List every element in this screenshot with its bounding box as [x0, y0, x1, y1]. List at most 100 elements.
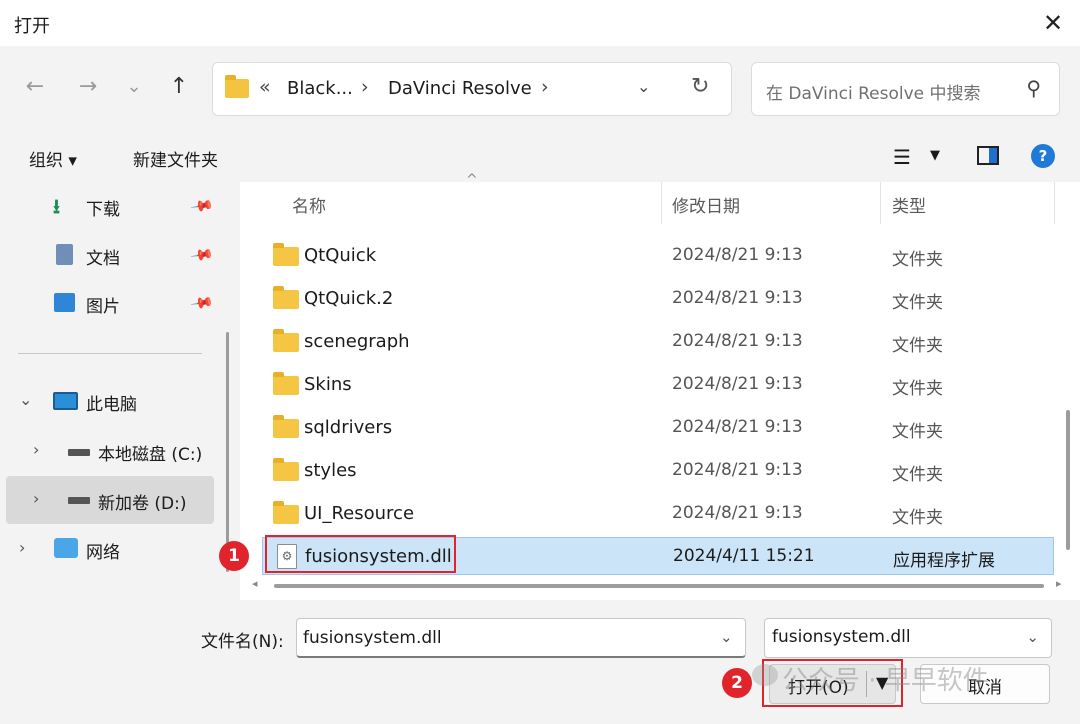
file-date: 2024/8/21 9:13 [672, 288, 803, 308]
file-name: UI_Resource [304, 503, 415, 524]
organize-menu-button[interactable]: 组织 ▾ [29, 146, 77, 171]
sidebar-item-label: 此电脑 [86, 395, 137, 415]
view-options-icon[interactable]: ☰ [893, 145, 911, 169]
breadcrumb-separator[interactable]: › [541, 76, 549, 98]
back-button[interactable]: ← [20, 72, 50, 102]
pictures-icon [54, 293, 75, 312]
chevron-right-icon[interactable]: › [33, 489, 39, 508]
folder-icon [273, 501, 299, 524]
sidebar-item-label: 下载 [86, 200, 120, 220]
new-folder-button[interactable]: 新建文件夹 [133, 146, 218, 171]
sidebar-item-this-pc[interactable]: ⌄ 此电脑 [6, 379, 214, 423]
file-type: 应用程序扩展 [893, 551, 995, 571]
search-icon[interactable]: ⚲ [1026, 76, 1041, 100]
column-header-type[interactable]: 类型 [892, 192, 926, 217]
search-input[interactable]: 在 DaVinci Resolve 中搜索 [766, 79, 981, 104]
sort-ascending-icon: ^ [466, 172, 478, 188]
horizontal-scrollbar[interactable] [274, 584, 1044, 588]
document-icon [56, 244, 73, 265]
close-button[interactable]: ✕ [1036, 6, 1070, 40]
sidebar-item-label: 本地磁盘 (C:) [98, 445, 203, 465]
filename-dropdown-icon[interactable]: ⌄ [720, 628, 733, 646]
column-divider[interactable] [1054, 182, 1055, 224]
breadcrumb-separator[interactable]: › [361, 76, 369, 98]
sidebar-item-documents[interactable]: 文档 📌 [6, 233, 216, 277]
recent-locations-button[interactable]: ⌄ [119, 72, 149, 102]
file-row[interactable]: styles 2024/8/21 9:13 文件夹 [262, 451, 1054, 491]
file-name: QtQuick [304, 245, 377, 266]
step-badge-2: 2 [722, 668, 752, 698]
view-caret-icon[interactable]: ▼ [930, 148, 940, 163]
sidebar-item-local-disk-c[interactable]: › 本地磁盘 (C:) [6, 429, 214, 473]
column-header-date[interactable]: 修改日期 [672, 192, 740, 217]
breadcrumb-blackmagic[interactable]: Black... [287, 78, 353, 99]
file-date: 2024/8/21 9:13 [672, 374, 803, 394]
column-divider[interactable] [880, 182, 881, 224]
file-row[interactable]: UI_Resource 2024/8/21 9:13 文件夹 [262, 494, 1054, 534]
file-name: scenegraph [304, 331, 410, 352]
address-bar[interactable]: « Black... › DaVinci Resolve › ⌄ ↻ [212, 62, 732, 116]
file-row[interactable]: QtQuick.2 2024/8/21 9:13 文件夹 [262, 279, 1054, 319]
preview-pane-icon[interactable] [977, 146, 999, 165]
filetype-value: fusionsystem.dll [772, 627, 911, 647]
refresh-icon[interactable]: ↻ [691, 74, 709, 99]
file-name: styles [304, 460, 357, 481]
help-icon[interactable]: ? [1031, 144, 1055, 168]
folder-icon [273, 286, 299, 309]
file-row[interactable]: scenegraph 2024/8/21 9:13 文件夹 [262, 322, 1054, 362]
forward-button[interactable]: → [73, 72, 103, 102]
file-type: 文件夹 [892, 250, 943, 270]
search-box[interactable]: 在 DaVinci Resolve 中搜索 ⚲ [751, 62, 1060, 116]
sidebar-item-label: 网络 [86, 543, 120, 563]
watermark-logo [752, 664, 778, 686]
file-type: 文件夹 [892, 379, 943, 399]
file-date: 2024/4/11 15:21 [673, 546, 815, 566]
file-row[interactable]: QtQuick 2024/8/21 9:13 文件夹 [262, 236, 1054, 276]
sidebar-item-label: 图片 [86, 297, 120, 317]
file-row[interactable]: sqldrivers 2024/8/21 9:13 文件夹 [262, 408, 1054, 448]
file-type: 文件夹 [892, 465, 943, 485]
address-dropdown-icon[interactable]: ⌄ [637, 77, 650, 96]
sidebar-item-downloads[interactable]: ⭳ 下载 📌 [6, 184, 216, 228]
up-button[interactable]: ↑ [164, 72, 194, 102]
step-badge-1: 1 [219, 541, 249, 571]
watermark-text: 公众号 · 早早软件 [782, 666, 989, 696]
title-bar [0, 0, 1080, 46]
filename-label: 文件名(N): [201, 632, 284, 652]
folder-icon [273, 243, 299, 266]
file-type: 文件夹 [892, 336, 943, 356]
network-icon [54, 538, 78, 558]
pin-icon[interactable]: 📌 [190, 193, 216, 218]
drive-icon [68, 497, 90, 504]
sidebar-item-network[interactable]: › 网络 [6, 527, 214, 571]
chevron-down-icon[interactable]: ⌄ [1026, 628, 1039, 646]
chevron-right-icon[interactable]: › [33, 440, 39, 459]
scroll-right-icon[interactable]: ▸ [1056, 577, 1062, 590]
sidebar-item-label: 新加卷 (D:) [98, 494, 187, 514]
column-divider[interactable] [661, 182, 662, 224]
folder-icon [273, 458, 299, 481]
sidebar-divider [18, 353, 202, 354]
highlight-box-step-1 [265, 535, 456, 573]
sidebar-item-pictures[interactable]: 图片 📌 [6, 281, 216, 325]
filename-input[interactable] [296, 618, 746, 658]
filetype-select[interactable]: fusionsystem.dll ⌄ [764, 618, 1052, 658]
pin-icon[interactable]: 📌 [190, 242, 216, 267]
vertical-scrollbar[interactable] [1066, 410, 1070, 550]
folder-icon [273, 329, 299, 352]
download-icon: ⭳ [53, 194, 60, 218]
file-row[interactable]: Skins 2024/8/21 9:13 文件夹 [262, 365, 1054, 405]
scroll-left-icon[interactable]: ◂ [252, 577, 258, 590]
breadcrumb-davinci-resolve[interactable]: DaVinci Resolve [388, 78, 532, 99]
file-name: QtQuick.2 [304, 288, 394, 309]
folder-icon [225, 75, 249, 98]
chevron-down-icon[interactable]: ⌄ [19, 390, 32, 409]
breadcrumb-overflow-button[interactable]: « [259, 76, 271, 98]
pin-icon[interactable]: 📌 [190, 290, 216, 315]
column-header-name[interactable]: 名称 [292, 192, 326, 217]
file-name: Skins [304, 374, 352, 395]
sidebar-scrollbar[interactable] [226, 332, 229, 572]
sidebar-item-volume-d[interactable]: › 新加卷 (D:) [6, 476, 214, 524]
chevron-right-icon[interactable]: › [19, 538, 25, 557]
drive-icon [68, 449, 90, 456]
